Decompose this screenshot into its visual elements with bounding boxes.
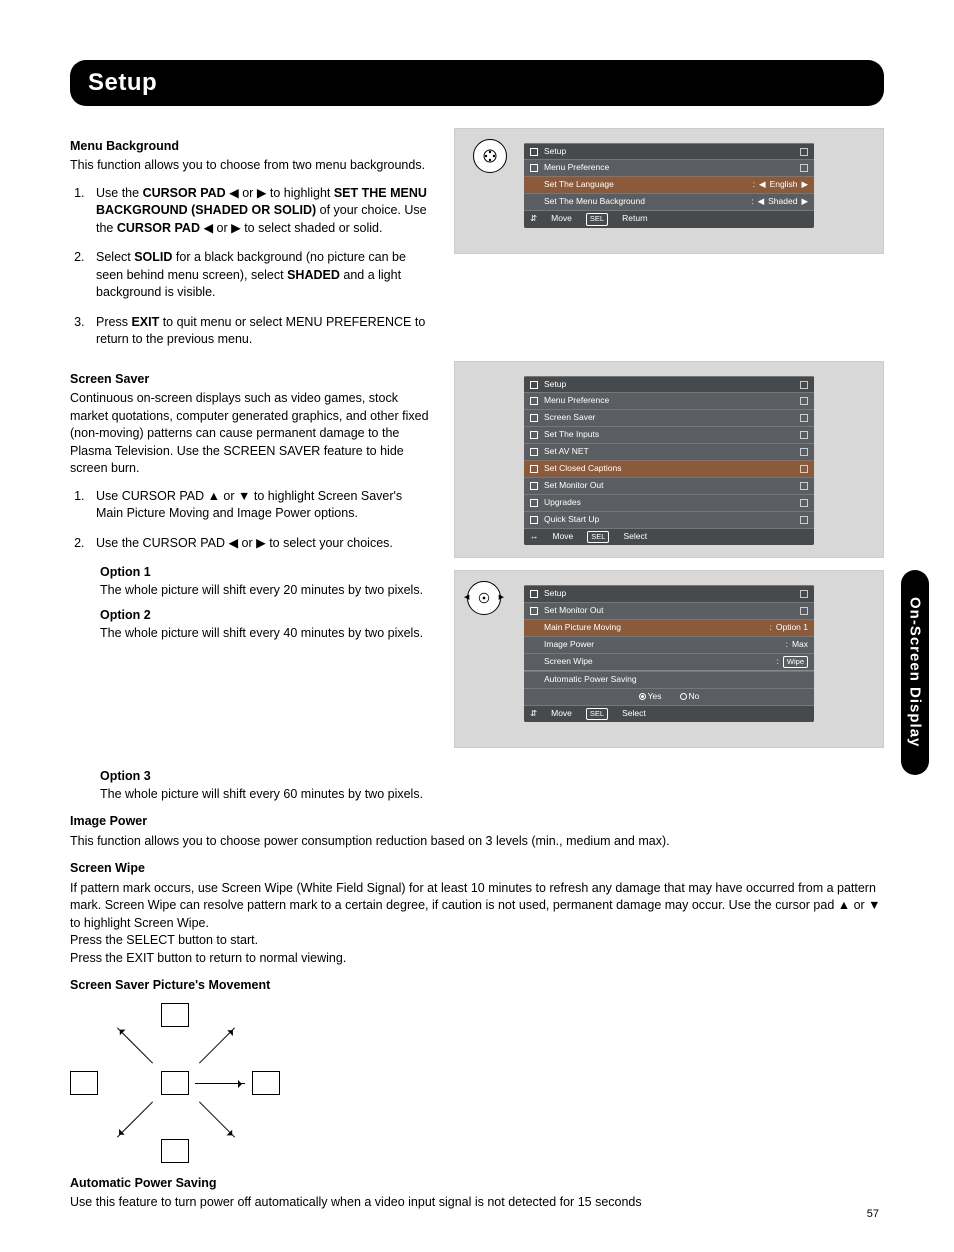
- remote-icon: [473, 139, 507, 173]
- list-item: Press EXIT to quit menu or select MENU P…: [88, 314, 430, 349]
- updown-icon: ⇵: [530, 708, 537, 720]
- osd-row-highlighted: Set The Language:◀English▶: [524, 176, 814, 193]
- osd-menu: Setup Set Monitor Out Main Picture Movin…: [524, 585, 814, 722]
- remote-icon: ◀ ▶: [467, 581, 501, 615]
- option-block: Option 3The whole picture will shift eve…: [100, 768, 884, 803]
- triangle-right-icon: ▶: [499, 593, 504, 603]
- option-block: Option 2The whole picture will shift eve…: [100, 607, 430, 642]
- page-number: 57: [867, 1207, 879, 1222]
- menu-icon: [530, 164, 538, 172]
- menu-icon: [530, 381, 538, 389]
- scroll-icon: [800, 381, 808, 389]
- osd-row-highlighted: Set Closed Captions: [524, 460, 814, 477]
- radio-on-icon: [639, 693, 646, 700]
- heading-movement: Screen Saver Picture's Movement: [70, 977, 884, 995]
- heading-screen-wipe: Screen Wipe: [70, 860, 884, 878]
- list-item: Use the CURSOR PAD ◀ or ▶ to highlight S…: [88, 185, 430, 238]
- sel-button-icon: SEL: [586, 213, 608, 226]
- menu-icon: [530, 148, 538, 156]
- osd-panel-3: ◀ ▶ Setup Set Monitor Out Main Picture M…: [454, 570, 884, 748]
- radio-off-icon: [680, 693, 687, 700]
- page-title: Setup: [88, 66, 866, 100]
- page-header: Setup: [70, 60, 884, 106]
- heading-image-power: Image Power: [70, 813, 884, 831]
- scroll-icon: [800, 164, 808, 172]
- osd-menu: Setup Menu Preference Screen Saver Set T…: [524, 376, 814, 546]
- wipe-button: Wipe: [783, 656, 808, 669]
- list-item: Use CURSOR PAD ▲ or ▼ to highlight Scree…: [88, 488, 430, 523]
- steps-list: Use the CURSOR PAD ◀ or ▶ to highlight S…: [88, 185, 430, 349]
- list-item: Use the CURSOR PAD ◀ or ▶ to select your…: [88, 535, 430, 553]
- section-tab: On-Screen Display: [901, 570, 929, 775]
- scroll-icon: [800, 148, 808, 156]
- osd-panel-1: Setup Menu Preference Set The Language:◀…: [454, 128, 884, 254]
- osd-panel-2: Setup Menu Preference Screen Saver Set T…: [454, 361, 884, 559]
- body-text: Press the EXIT button to return to norma…: [70, 950, 884, 968]
- leftright-icon: ↔: [530, 531, 539, 543]
- menu-icon: [530, 590, 538, 598]
- osd-row-highlighted: Main Picture Moving:Option 1: [524, 619, 814, 636]
- body-text: Use this feature to turn power off autom…: [70, 1194, 884, 1212]
- sel-button-icon: SEL: [586, 708, 608, 721]
- scroll-icon: [800, 590, 808, 598]
- heading-aps: Automatic Power Saving: [70, 1175, 884, 1193]
- list-item: Select SOLID for a black background (no …: [88, 249, 430, 302]
- sel-button-icon: SEL: [587, 531, 609, 544]
- body-text: This function allows you to choose from …: [70, 157, 430, 175]
- heading-screen-saver: Screen Saver: [70, 371, 430, 389]
- body-text: Press the SELECT button to start.: [70, 932, 884, 950]
- body-text: Continuous on-screen displays such as vi…: [70, 390, 430, 478]
- body-text: This function allows you to choose power…: [70, 833, 884, 851]
- osd-menu: Setup Menu Preference Set The Language:◀…: [524, 143, 814, 228]
- option-block: Option 1The whole picture will shift eve…: [100, 564, 430, 599]
- body-text: If pattern mark occurs, use Screen Wipe …: [70, 880, 884, 933]
- triangle-left-icon: ◀: [464, 593, 469, 603]
- heading-menu-background: Menu Background: [70, 138, 430, 156]
- updown-icon: ⇵: [530, 213, 537, 225]
- steps-list: Use CURSOR PAD ▲ or ▼ to highlight Scree…: [88, 488, 430, 553]
- movement-diagram: [70, 1003, 280, 1163]
